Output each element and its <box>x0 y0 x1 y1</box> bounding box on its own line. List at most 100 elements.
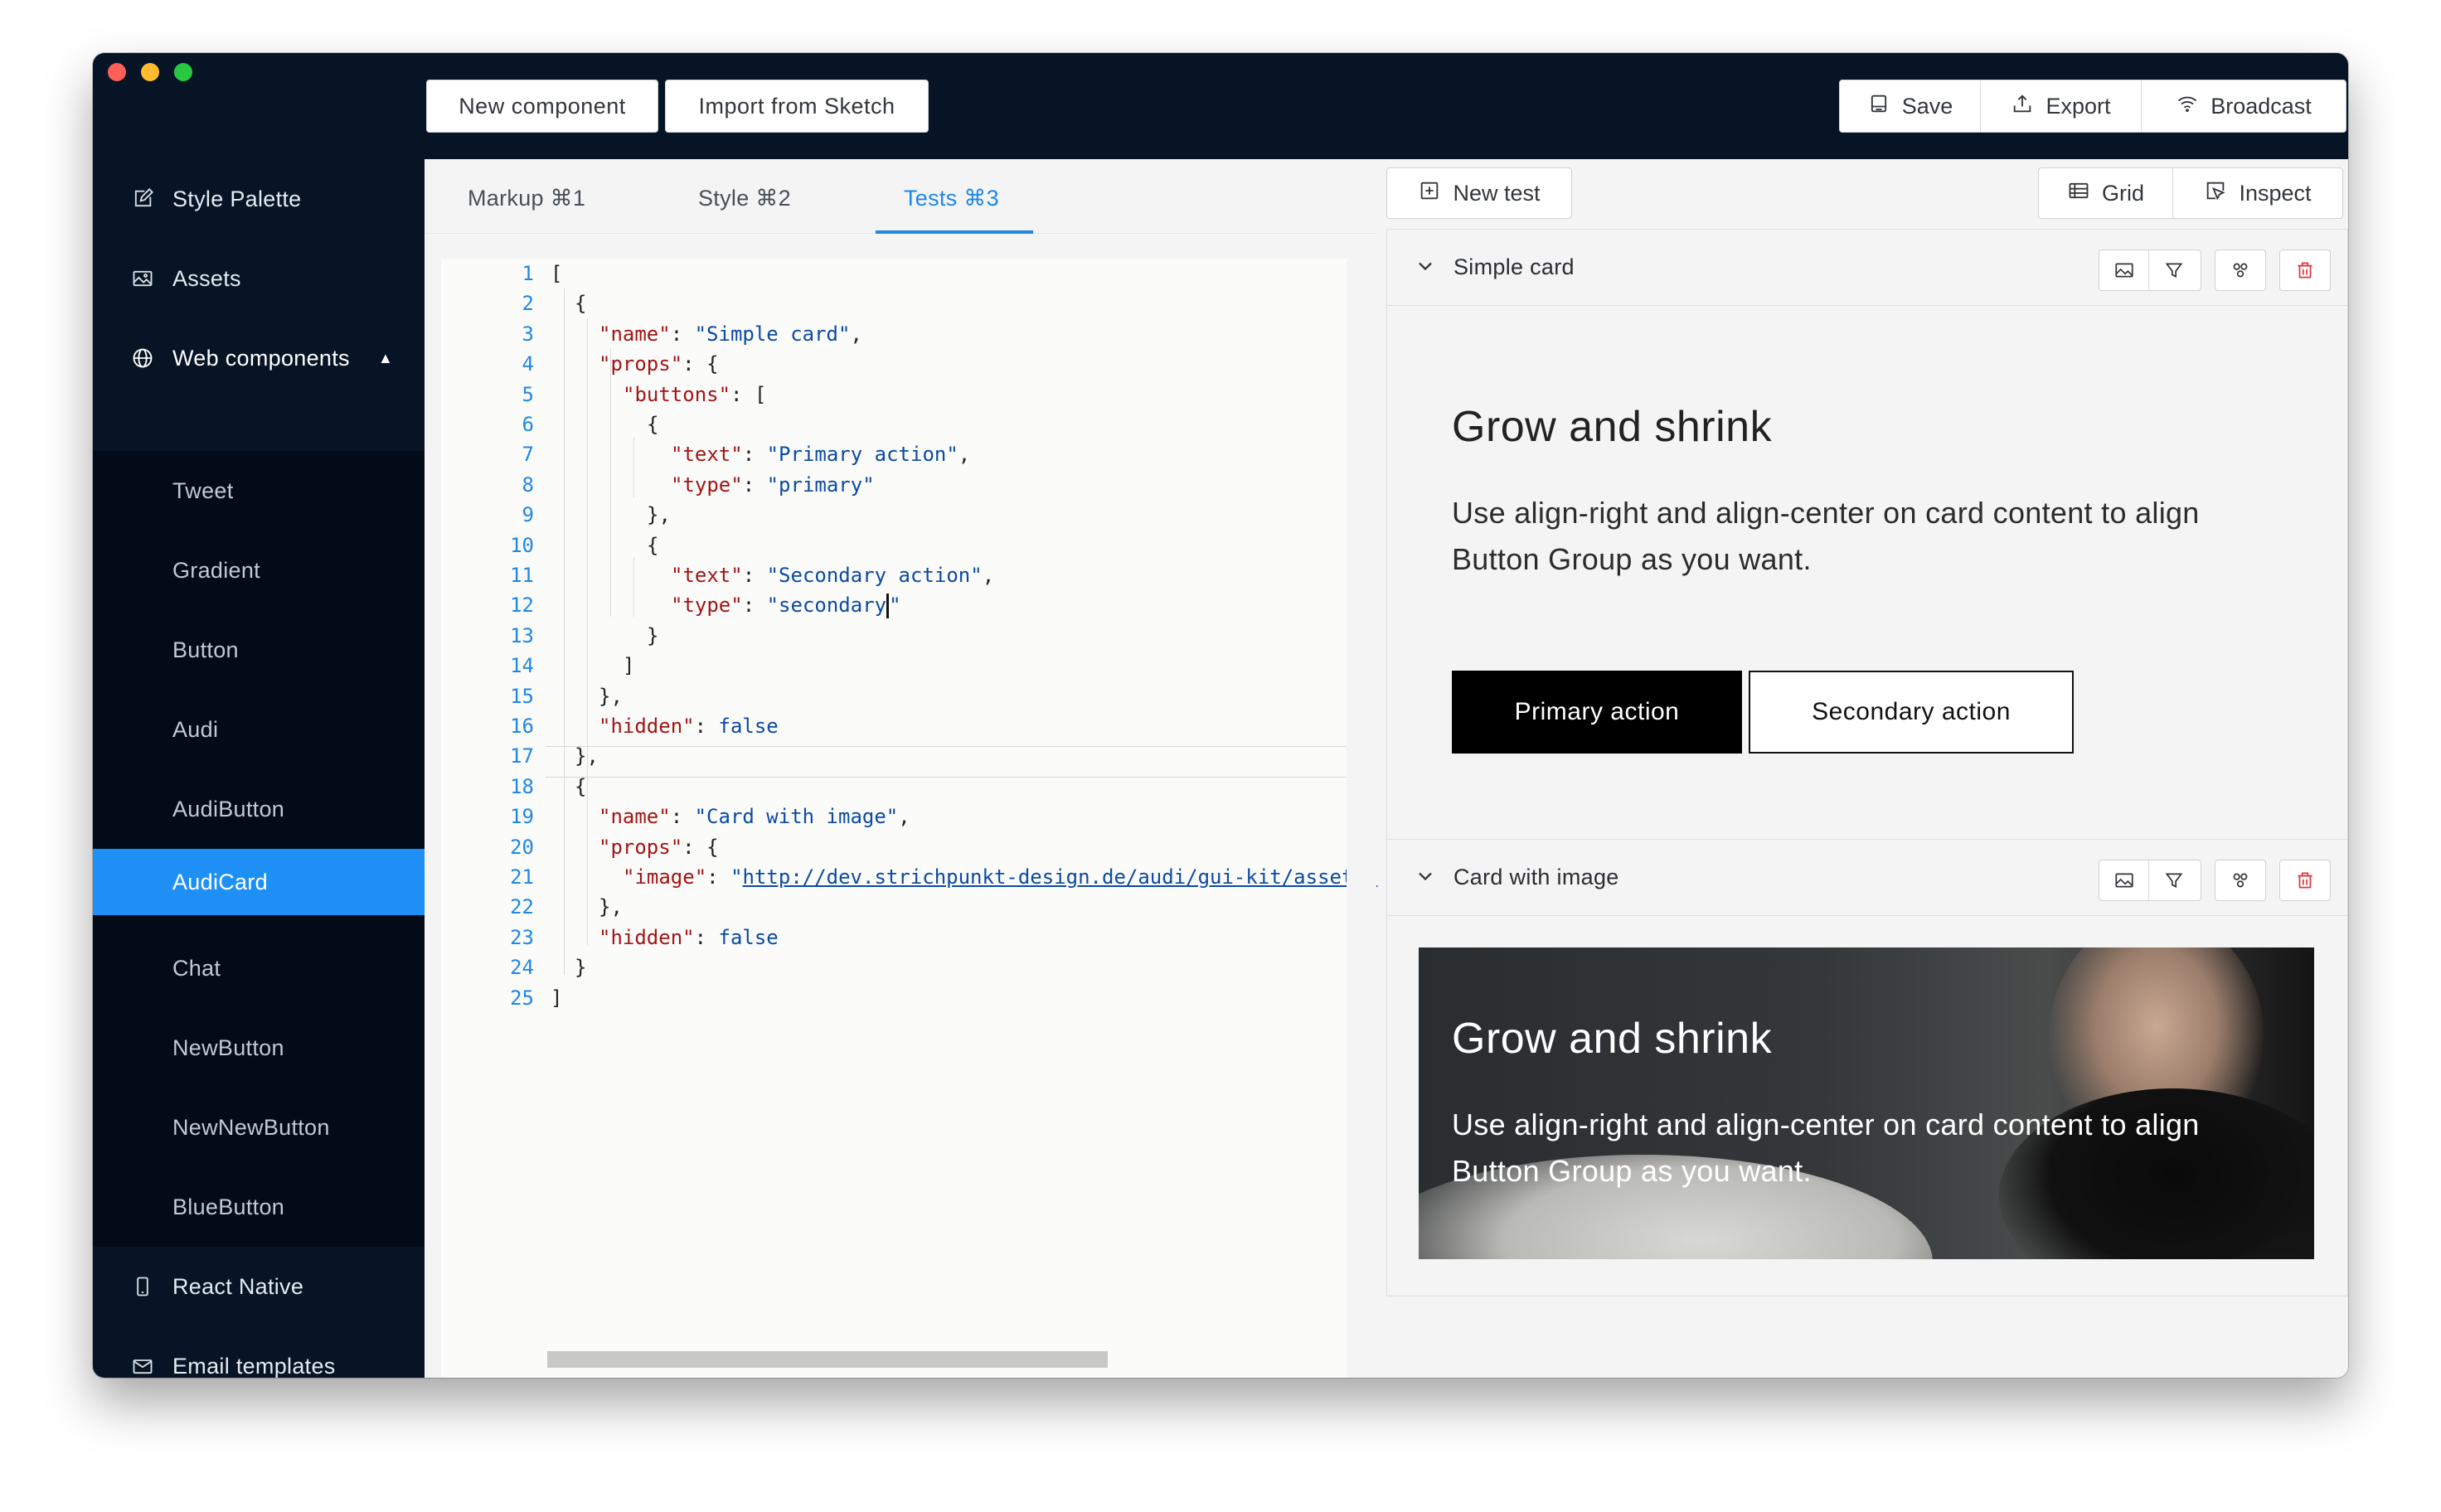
sidebar: Style Palette Assets Web components ▲ Tw… <box>93 159 425 1378</box>
sidebar-item-newnewbutton[interactable]: NewNewButton <box>93 1088 425 1167</box>
test-preview-card-with-image: Grow and shrink Use align-right and alig… <box>1387 916 2347 1296</box>
code-content: } <box>647 621 658 651</box>
json-key: "name" <box>599 322 671 346</box>
json-punctuation: { <box>647 533 659 557</box>
card-title: Grow and shrink <box>1452 1015 1773 1063</box>
maximize-window-button[interactable] <box>174 63 192 81</box>
code-content: }, <box>599 892 623 922</box>
tab-markup[interactable]: Markup ⌘1 <box>468 186 585 211</box>
json-value: false <box>718 925 779 949</box>
line-number: 21 <box>510 865 534 889</box>
json-value: " <box>730 865 743 889</box>
line-number: 12 <box>510 594 534 618</box>
sidebar-item-label: AudiCard <box>172 869 268 894</box>
code-line: 23 "hidden": false <box>441 923 1347 952</box>
save-button[interactable]: Save <box>1840 80 1981 132</box>
code-line: 8 "type": "primary" <box>441 470 1347 500</box>
close-window-button[interactable] <box>108 63 126 81</box>
share-nodes-icon[interactable] <box>2215 250 2265 290</box>
json-value: "Secondary action" <box>766 564 983 587</box>
json-punctuation: } <box>575 956 587 980</box>
mobile-icon <box>129 1273 156 1300</box>
app-window: New component Import from Sketch Save Ex… <box>93 53 2348 1378</box>
trash-icon[interactable] <box>2280 250 2330 290</box>
secondary-action-button[interactable]: Secondary action <box>1749 671 2074 754</box>
tab-tests[interactable]: Tests ⌘3 <box>904 186 999 211</box>
json-key: "props" <box>599 835 683 859</box>
horizontal-scrollbar-thumb[interactable] <box>547 1351 1108 1368</box>
sidebar-item-audibutton[interactable]: AudiButton <box>93 769 425 849</box>
primary-action-button[interactable]: Primary action <box>1452 671 1742 754</box>
code-content: "image": "http://dev.strichpunkt-design.… <box>623 862 1377 892</box>
json-value: false <box>718 715 779 738</box>
card-body-text: Use align-right and align-center on card… <box>1452 1107 2200 1188</box>
line-number: 4 <box>522 352 534 376</box>
code-line: 25] <box>441 983 1347 1013</box>
sidebar-item-button[interactable]: Button <box>93 610 425 690</box>
test-preview-simple-card: Grow and shrink Use align-right and alig… <box>1387 306 2347 840</box>
code-line: 10 { <box>441 531 1347 560</box>
sidebar-item-tweet[interactable]: Tweet <box>93 451 425 531</box>
sidebar-item-assets[interactable]: Assets <box>93 239 425 318</box>
minimize-window-button[interactable] <box>141 63 159 81</box>
new-component-button[interactable]: New component <box>426 80 658 133</box>
share-nodes-icon[interactable] <box>2215 860 2265 900</box>
inspect-button[interactable]: Inspect <box>2173 168 2342 218</box>
json-punctuation: { <box>575 774 587 798</box>
sidebar-item-chat[interactable]: Chat <box>93 928 425 1008</box>
sidebar-item-newbutton[interactable]: NewButton <box>93 1008 425 1088</box>
code-content: { <box>575 772 586 802</box>
sidebar-item-web-components[interactable]: Web components ▲ <box>93 318 425 398</box>
sidebar-item-label: Assets <box>172 265 241 291</box>
export-button[interactable]: Export <box>1981 80 2142 132</box>
sidebar-item-label: Audi <box>172 716 219 742</box>
code-content: "text": "Primary action", <box>671 439 970 469</box>
sidebar-item-bluebutton[interactable]: BlueButton <box>93 1167 425 1247</box>
code-editor[interactable]: 1[2{3 "name": "Simple card", 4 "props": {5 "… <box>441 259 1377 1378</box>
top-toolbar: New component Import from Sketch Save Ex… <box>93 53 2348 159</box>
line-number: 10 <box>510 533 534 557</box>
filter-icon[interactable] <box>2149 860 2199 900</box>
code-line: 5 "buttons": [ <box>441 380 1347 410</box>
json-key: "text" <box>671 443 743 467</box>
sidebar-item-react-native[interactable]: React Native <box>93 1247 425 1326</box>
json-punctuation: , <box>982 564 995 587</box>
sidebar-item-gradient[interactable]: Gradient <box>93 531 425 610</box>
json-value: "Card with image" <box>694 805 899 829</box>
new-test-button[interactable]: New test <box>1386 167 1572 219</box>
code-content: "name": "Simple card", <box>599 319 862 349</box>
tab-style[interactable]: Style ⌘2 <box>698 186 791 211</box>
code-content: "type": "primary" <box>671 470 875 500</box>
filter-icon[interactable] <box>2149 250 2199 290</box>
test-card-header[interactable]: Card with image <box>1387 840 2347 916</box>
json-key: "name" <box>599 805 671 829</box>
sidebar-item-audicard[interactable]: AudiCard <box>93 849 425 915</box>
json-key: "type" <box>671 472 743 497</box>
grid-button[interactable]: Grid <box>2039 168 2173 218</box>
line-number: 14 <box>510 654 534 678</box>
json-value: "secondary <box>766 594 887 618</box>
code-line: 21 "image": "http://dev.strichpunkt-desig… <box>441 862 1377 892</box>
line-number: 13 <box>510 623 534 647</box>
test-share-group <box>2215 860 2266 901</box>
json-punctuation: } <box>647 623 659 647</box>
sidebar-item-audi[interactable]: Audi <box>93 690 425 769</box>
test-card-header[interactable]: Simple card <box>1387 230 2347 306</box>
sidebar-item-label: Gradient <box>172 557 260 583</box>
code-content: }, <box>599 681 623 711</box>
code-line: 7 "text": "Primary action", <box>441 439 1347 469</box>
chevron-down-icon[interactable] <box>1414 865 1437 888</box>
sidebar-item-style-palette[interactable]: Style Palette <box>93 159 425 239</box>
image-icon[interactable] <box>2099 250 2149 290</box>
sidebar-item-label: Tweet <box>172 477 234 503</box>
sidebar-item-email-templates[interactable]: Email templates <box>93 1326 425 1378</box>
image-icon[interactable] <box>2099 860 2149 900</box>
code-content: [ <box>551 259 562 288</box>
line-number: 16 <box>510 715 534 738</box>
chevron-down-icon[interactable] <box>1414 254 1437 278</box>
sidebar-item-label: React Native <box>172 1273 304 1299</box>
import-from-sketch-button[interactable]: Import from Sketch <box>665 80 929 133</box>
sidebar-subitems: Tweet Gradient Button Audi AudiButton Au… <box>93 451 425 1247</box>
trash-icon[interactable] <box>2280 860 2330 900</box>
broadcast-button[interactable]: Broadcast <box>2142 80 2346 132</box>
